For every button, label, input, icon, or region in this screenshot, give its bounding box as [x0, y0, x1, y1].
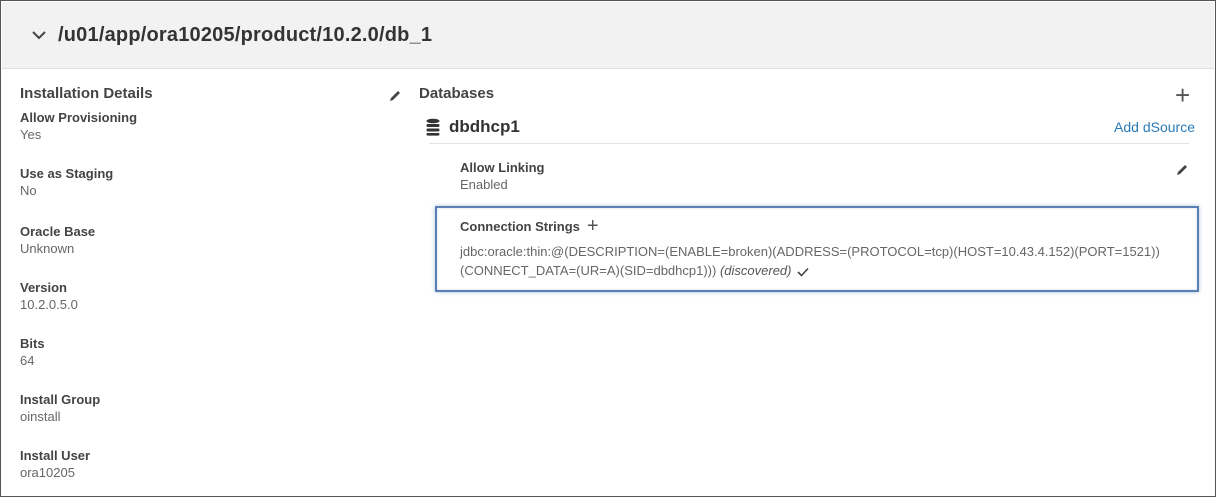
pencil-icon[interactable]: [388, 89, 402, 103]
field-install-group: Install Group oinstall: [20, 391, 100, 425]
field-label: Install User: [20, 448, 91, 463]
field-use-as-staging: Use as Staging No: [20, 165, 113, 199]
installation-details-section: Installation Details Allow Provisioning …: [20, 85, 410, 480]
connection-strings-label: Connection Strings: [460, 218, 580, 234]
chevron-down-icon[interactable]: [30, 26, 48, 44]
field-install-user: Install User ora10205: [20, 447, 90, 481]
field-oracle-base: Oracle Base Unknown: [20, 223, 95, 257]
connection-string-value: jdbc:oracle:thin:@(DESCRIPTION=(ENABLE=b…: [460, 244, 1160, 278]
add-connection-string-icon[interactable]: +: [587, 216, 599, 236]
field-value: Unknown: [20, 241, 75, 256]
field-label: Oracle Base: [20, 224, 96, 239]
add-database-icon[interactable]: +: [1175, 82, 1190, 108]
field-label: Allow Provisioning: [20, 110, 138, 125]
checkmark-icon: [797, 267, 810, 277]
connection-status: (discovered): [719, 263, 792, 278]
allow-linking-field: Allow Linking Enabled: [460, 159, 545, 193]
field-label: Version: [20, 280, 67, 295]
divider: [429, 143, 1189, 144]
field-value: Yes: [20, 127, 42, 142]
pencil-icon[interactable]: [1175, 163, 1189, 177]
connection-strings-header: Connection Strings +: [460, 216, 599, 236]
database-row: dbdhcp1 Add dSource: [425, 111, 1195, 143]
field-bits: Bits 64: [20, 335, 45, 369]
field-version: Version 10.2.0.5.0: [20, 279, 78, 313]
field-value: oinstall: [20, 409, 61, 424]
field-value: No: [20, 183, 37, 198]
field-label: Install Group: [20, 392, 101, 407]
field-label: Use as Staging: [20, 166, 114, 181]
installation-header[interactable]: /u01/app/ora10205/product/10.2.0/db_1: [2, 2, 1214, 69]
connection-string-entry: jdbc:oracle:thin:@(DESCRIPTION=(ENABLE=b…: [460, 242, 1192, 280]
installation-path-title: /u01/app/ora10205/product/10.2.0/db_1: [58, 23, 433, 46]
connection-strings-box: Connection Strings + jdbc:oracle:thin:@(…: [435, 206, 1199, 292]
allow-linking-label: Allow Linking: [460, 160, 545, 175]
field-value: 64: [20, 353, 35, 368]
field-value: ora10205: [20, 465, 75, 480]
installation-details-title: Installation Details: [20, 85, 153, 102]
field-label: Bits: [20, 336, 45, 351]
database-icon: [426, 118, 440, 136]
add-dsource-link[interactable]: Add dSource: [1114, 119, 1195, 135]
allow-linking-value: Enabled: [460, 177, 508, 192]
databases-title: Databases: [419, 85, 495, 102]
field-allow-provisioning: Allow Provisioning Yes: [20, 109, 137, 143]
database-name: dbdhcp1: [449, 117, 520, 136]
field-value: 10.2.0.5.0: [20, 297, 78, 312]
environment-panel: /u01/app/ora10205/product/10.2.0/db_1 In…: [0, 0, 1216, 497]
